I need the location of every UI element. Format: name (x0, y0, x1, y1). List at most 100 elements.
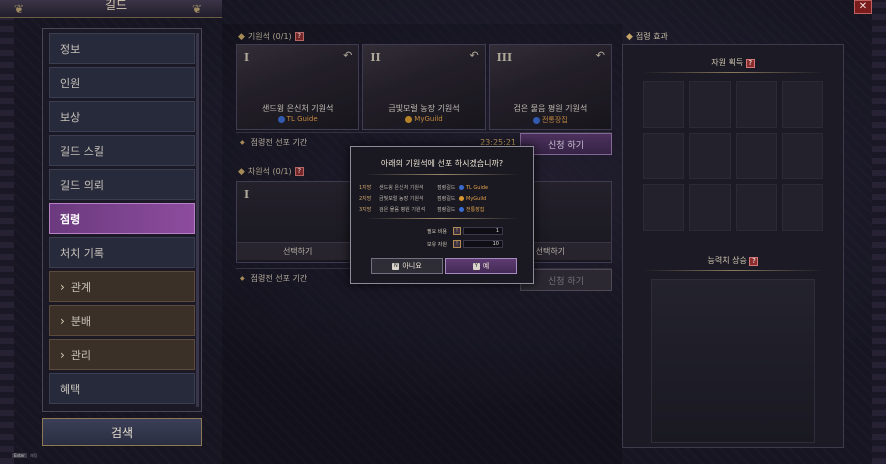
cost-value: 1 (463, 227, 503, 235)
no-button[interactable]: N 아니요 (371, 258, 443, 274)
choice-guild-word: 점령길드 (437, 185, 456, 191)
resource-slot (643, 184, 685, 231)
sidebar-item-label: 인원 (60, 76, 81, 90)
sidebar-item[interactable]: › 관리 (49, 339, 195, 370)
sidebar-item[interactable]: › 관계 (49, 271, 195, 302)
dialog-title: 아래의 기원석에 선포 하시겠습니까? (380, 159, 504, 168)
sidebar-item[interactable]: › 분배 (49, 305, 195, 336)
left-border-ornament (0, 0, 14, 464)
resource-icon: ! (453, 227, 461, 235)
sidebar-item-label: 분배 (70, 314, 92, 328)
choice-guild: MyGuild (466, 195, 487, 202)
resource-title-label: 자원 획득 (711, 58, 744, 67)
chevron-right-icon: › (60, 313, 65, 328)
sidebar-item-label: 보상 (60, 110, 81, 124)
effect-section-header: ◆ 점령 효과 (626, 31, 668, 42)
choice-stone: 샌드윙 은신처 기원석 (379, 185, 424, 191)
resource-slot (781, 184, 823, 231)
help-icon[interactable]: ? (745, 59, 755, 68)
sidebar-scrollbar[interactable] (196, 33, 199, 407)
chevron-right-icon: › (60, 347, 65, 362)
choice-row: 1지망 샌드윙 은신처 기원석 점령길드 TL Guide (359, 183, 525, 192)
key-hint: Y (472, 262, 480, 270)
cost-label: 필요 비용 (427, 228, 447, 235)
divider (643, 72, 823, 73)
sidebar-item[interactable]: 길드 의뢰 (49, 169, 195, 200)
sidebar-item[interactable]: 정보 (49, 33, 195, 64)
choice-row: 2지망 금빛모럴 농장 기원석 점령길드 MyGuild (359, 194, 525, 203)
resource-slot (689, 132, 731, 180)
search-button[interactable]: 검색 (42, 418, 202, 446)
sidebar-item[interactable]: 인원 (49, 67, 195, 98)
sidebar-list: 정보인원보상길드 스킬길드 의뢰점령처치 기록 › 관계 › 분배 › 관리혜택 (49, 33, 195, 404)
key-hint: Enter (12, 453, 27, 458)
sidebar-item[interactable]: 처치 기록 (49, 237, 195, 268)
resource-slot (689, 81, 731, 128)
window-title: 길드 (104, 0, 128, 12)
right-curl-icon: ❦ (192, 2, 203, 16)
stat-title: 능력치 상승 ? (623, 255, 843, 266)
divider (643, 270, 823, 271)
choice-rank: 1지망 (359, 185, 372, 191)
choice-stone: 금빛모럴 농장 기원석 (379, 196, 424, 202)
sidebar-item[interactable]: 점령 (49, 203, 195, 234)
sidebar-item-label: 처치 기록 (60, 246, 104, 260)
guild-emblem-icon (459, 196, 464, 201)
yes-label: 예 (482, 262, 490, 270)
resource-slot (781, 132, 823, 180)
stat-bonus-area (651, 279, 815, 443)
key-hint: N (392, 262, 400, 270)
choice-row: 3지망 검은 물음 평원 기원석 점령길드 전통장집 (359, 205, 525, 214)
close-button[interactable]: ✕ (854, 0, 872, 14)
sidebar-item[interactable]: 보상 (49, 101, 195, 132)
divider (365, 218, 519, 219)
resource-slot (781, 81, 823, 128)
chevron-right-icon: › (60, 279, 65, 294)
no-label: 아니요 (402, 262, 422, 270)
resource-slot (643, 132, 685, 180)
resource-grid (643, 81, 823, 231)
choice-rank: 3지망 (359, 207, 372, 213)
resource-icon: ! (453, 240, 461, 248)
right-border-ornament (872, 0, 886, 464)
resource-slot (735, 81, 777, 128)
cost-value: 10 (463, 240, 503, 248)
resource-slot (735, 132, 777, 180)
occupation-effect-panel: 자원 획득 ? 능력치 상승 ? (622, 44, 844, 448)
left-curl-icon: ❦ (14, 2, 25, 16)
guild-emblem-icon (459, 185, 464, 190)
cost-row-required: 필요 비용 ! 1 (373, 226, 503, 236)
sidebar-item-label: 관리 (70, 348, 92, 362)
sidebar: 정보인원보상길드 스킬길드 의뢰점령처치 기록 › 관계 › 분배 › 관리혜택 (42, 28, 202, 412)
divider (365, 174, 519, 175)
sidebar-item-label: 길드 스킬 (60, 144, 104, 158)
choice-rank: 2지망 (359, 196, 372, 202)
chat-hint: Enter 채팅 (12, 453, 37, 459)
choice-stone: 검은 물음 평원 기원석 (379, 207, 426, 213)
declare-confirm-dialog: 아래의 기원석에 선포 하시겠습니까? 1지망 샌드윙 은신처 기원석 점령길드… (350, 146, 534, 284)
sidebar-item[interactable]: 혜택 (49, 373, 195, 404)
cost-row-owned: 보유 자원 ! 10 (373, 239, 503, 249)
sidebar-item-label: 정보 (60, 42, 81, 56)
effect-header-label: 점령 효과 (635, 32, 668, 41)
choice-guild-word: 점령길드 (437, 196, 456, 202)
sidebar-item-label: 점령 (60, 212, 81, 226)
choice-guild: TL Guide (466, 184, 489, 191)
resource-title: 자원 획득 ? (623, 57, 843, 68)
stat-title-label: 능력치 상승 (707, 256, 747, 265)
resource-slot (643, 81, 685, 128)
chat-hint-label: 채팅 (30, 453, 38, 458)
diamond-icon: ◆ (626, 31, 633, 42)
resource-slot (689, 184, 731, 231)
cost-label: 보유 자원 (427, 241, 447, 248)
sidebar-item[interactable]: 길드 스킬 (49, 135, 195, 166)
yes-button[interactable]: Y 예 (445, 258, 517, 274)
sidebar-item-label: 혜택 (60, 382, 81, 396)
help-icon[interactable]: ? (749, 257, 759, 266)
sidebar-item-label: 길드 의뢰 (60, 178, 104, 192)
resource-slot (735, 184, 777, 231)
choice-guild: 전통장집 (466, 207, 485, 213)
sidebar-item-label: 관계 (70, 280, 92, 294)
guild-emblem-icon (459, 207, 464, 212)
choice-guild-word: 점령길드 (437, 207, 456, 213)
